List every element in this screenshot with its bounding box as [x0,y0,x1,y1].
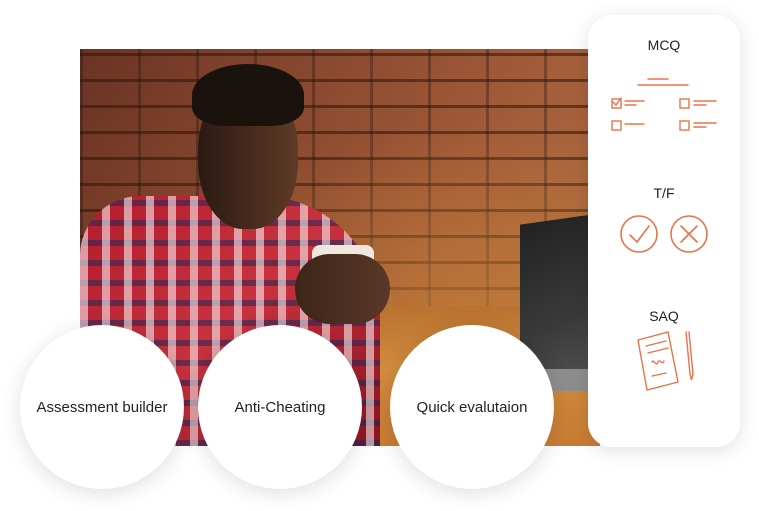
feature-label: Quick evalutaion [416,398,528,416]
saq-label: SAQ [649,308,679,324]
true-false-icon [620,215,708,253]
feature-label: Assessment builder [36,398,168,416]
question-types-card: MCQ T/F SAQ [588,15,740,447]
tf-label: T/F [653,185,675,201]
feature-label: Anti-Cheating [234,398,326,416]
mcq-label: MCQ [647,37,681,53]
feature-circle-assessment-builder[interactable]: Assessment builder [20,325,184,489]
feature-circle-quick-evaluation[interactable]: Quick evalutaion [390,325,554,489]
photo-person-hair [192,64,304,126]
mcq-icon [611,78,717,131]
photo-person-hand [295,254,390,324]
saq-icon [637,331,694,391]
feature-circle-anti-cheating[interactable]: Anti-Cheating [198,325,362,489]
